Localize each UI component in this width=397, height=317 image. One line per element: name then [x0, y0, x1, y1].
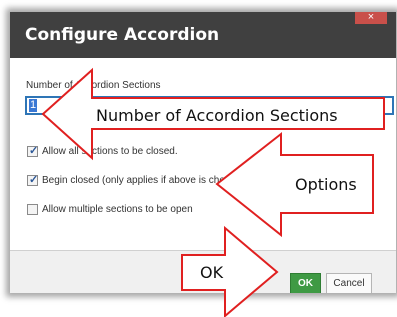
ok-callout-arrow — [181, 225, 279, 317]
ok-callout-label: OK — [200, 263, 224, 282]
screen: Configure Accordion × Number of Accordio… — [0, 0, 397, 317]
options-callout-label: Options — [295, 175, 357, 194]
annotation-overlay — [41, 67, 385, 317]
sections-callout-label: Number of Accordion Sections — [96, 106, 338, 125]
